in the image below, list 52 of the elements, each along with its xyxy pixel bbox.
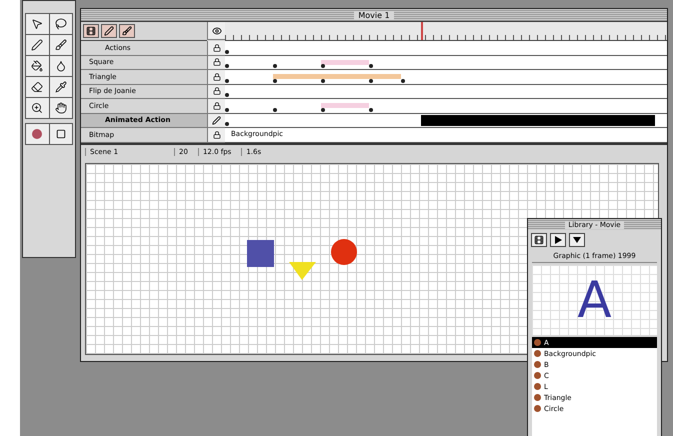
paint-bucket-icon[interactable] xyxy=(26,56,48,76)
color-swatch[interactable] xyxy=(26,124,48,144)
keyframe xyxy=(321,108,325,112)
lock-icon[interactable] xyxy=(207,128,225,142)
lock-icon[interactable] xyxy=(207,41,225,56)
keyframe xyxy=(369,64,373,68)
keyframe xyxy=(225,78,229,82)
tween-span xyxy=(321,103,369,108)
pen-icon[interactable] xyxy=(207,114,225,128)
keyframe xyxy=(369,78,373,82)
keyframe xyxy=(369,108,373,112)
keyframe xyxy=(273,108,277,112)
preview-letter: A xyxy=(577,271,612,329)
keyframe xyxy=(321,78,325,82)
frame-row[interactable] xyxy=(225,114,667,128)
keyframe xyxy=(225,50,229,54)
lasso-icon[interactable] xyxy=(50,14,72,34)
keyframe xyxy=(225,122,229,126)
fill-swatch[interactable] xyxy=(50,124,72,144)
window-title: Movie 1 xyxy=(354,10,394,20)
droplet-icon[interactable] xyxy=(50,56,72,76)
brush-icon[interactable] xyxy=(119,24,135,38)
keyframe xyxy=(225,93,229,97)
pen-icon[interactable] xyxy=(101,24,117,38)
lock-icon[interactable] xyxy=(207,99,225,114)
lock-icon[interactable] xyxy=(207,84,225,99)
hand-icon[interactable] xyxy=(50,98,72,118)
eraser-icon[interactable] xyxy=(26,77,48,97)
play-icon[interactable] xyxy=(550,233,566,247)
frame-row[interactable] xyxy=(225,84,667,99)
keyframe xyxy=(225,64,229,68)
film-icon[interactable] xyxy=(83,24,99,38)
frame-row[interactable] xyxy=(225,56,667,70)
zoom-icon[interactable] xyxy=(26,98,48,118)
frame-row[interactable] xyxy=(225,70,667,84)
lock-icon[interactable] xyxy=(207,70,225,84)
lock-icon[interactable] xyxy=(207,56,225,70)
frame-row[interactable] xyxy=(225,99,667,114)
brush-icon[interactable] xyxy=(50,35,72,55)
frame-ruler[interactable] xyxy=(225,22,667,41)
keyframe xyxy=(321,64,325,68)
pen-icon[interactable] xyxy=(26,35,48,55)
eye-icon[interactable] xyxy=(207,22,225,40)
frame-row[interactable] xyxy=(225,41,667,56)
keyframe xyxy=(273,64,277,68)
menu-icon[interactable] xyxy=(569,233,585,247)
keyframe xyxy=(401,78,405,82)
tween-span xyxy=(321,60,369,64)
dropper-icon[interactable] xyxy=(50,77,72,97)
film-icon[interactable] xyxy=(531,233,547,247)
keyframe xyxy=(273,78,277,82)
keyframe xyxy=(225,108,229,112)
